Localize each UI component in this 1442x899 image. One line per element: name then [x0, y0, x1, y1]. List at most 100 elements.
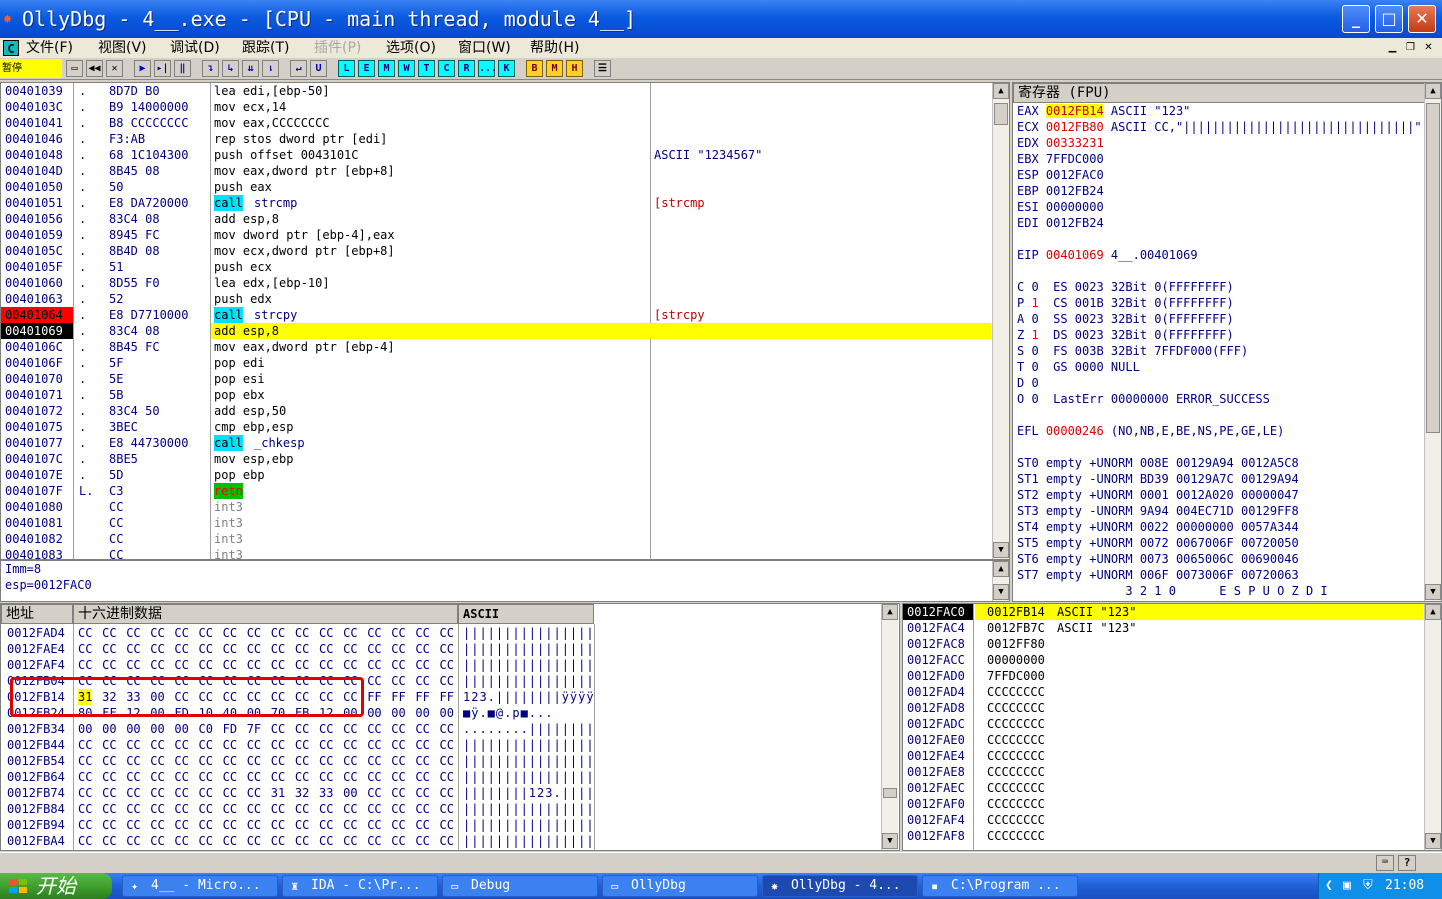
register-line[interactable]: C 0 ES 0023 32Bit 0(FFFFFFFF) — [1017, 279, 1422, 295]
log-window-button[interactable]: L — [338, 60, 355, 77]
pause-icon[interactable]: ‖ — [174, 60, 191, 77]
disasm-row[interactable]: 00401051. E8 DA720000 call strcmp [strcmp — [1, 195, 991, 211]
step-into-icon[interactable]: ↴ — [202, 60, 219, 77]
disasm-row[interactable]: 00401048. 68 1C104300 push offset 0043101C… — [1, 147, 991, 163]
register-line[interactable]: P 1 CS 001B 32Bit 0(FFFFFFFF) — [1017, 295, 1422, 311]
memory-dump-pane[interactable]: 地址 十六进制数据 ASCII 0012FAD4 CC CC CC CC CC CC CC CC… — [0, 603, 900, 851]
info-scrollbar[interactable]: ▲ ▼ — [992, 561, 1009, 601]
stack-row[interactable]: 0012FAC4 0012FB7C ASCII "123" — [903, 620, 1423, 636]
disasm-row[interactable]: 00401082 CC int3 — [1, 531, 991, 547]
register-line[interactable] — [1017, 439, 1422, 455]
register-line[interactable]: 3 2 1 0 E S P U O Z D I — [1017, 583, 1422, 599]
menu-options[interactable]: 选项(O) — [386, 39, 436, 57]
minimize-button[interactable]: _ — [1342, 5, 1370, 33]
tray-arrow-icon[interactable]: ❮ — [1325, 873, 1333, 899]
cpu-window-icon[interactable]: C — [3, 40, 19, 56]
register-line[interactable] — [1017, 407, 1422, 423]
disassembly-pane[interactable]: 00401039. 8D7D B0 lea edi,[ebp-50] 0040103C… — [0, 82, 1010, 560]
keyboard-icon[interactable]: ⌨ — [1376, 855, 1394, 871]
disasm-row[interactable]: 00401050. 50 push eax — [1, 179, 991, 195]
disasm-row[interactable]: 00401081 CC int3 — [1, 515, 991, 531]
disasm-row[interactable]: 00401071. 5B pop ebx — [1, 387, 991, 403]
register-line[interactable]: ESP 0012FAC0 — [1017, 167, 1422, 183]
register-line[interactable] — [1017, 263, 1422, 279]
disassembly-scrollbar[interactable]: ▲ ▼ — [992, 83, 1009, 559]
disasm-row[interactable]: 00401039. 8D7D B0 lea edi,[ebp-50] — [1, 83, 991, 99]
stack-row[interactable]: 0012FADC CCCCCCCC — [903, 716, 1423, 732]
stack-row[interactable]: 0012FAEC CCCCCCCC — [903, 780, 1423, 796]
cpu-window-button[interactable]: C — [438, 60, 455, 77]
modules-window-button[interactable]: E — [358, 60, 375, 77]
memory-breakpoints-button[interactable]: M — [546, 60, 563, 77]
taskbar-button[interactable]: ▪ C:\Program ... — [922, 875, 1078, 897]
call-stack-button[interactable]: K — [498, 60, 515, 77]
register-line[interactable]: S 0 FS 003B 32Bit 7FFDF000(FFF) — [1017, 343, 1422, 359]
open-folder-icon[interactable]: ▭ — [66, 60, 83, 77]
register-line[interactable]: ST1 empty -UNORM BD39 00129A7C 00129A94 — [1017, 471, 1422, 487]
run-icon[interactable]: ▶ — [134, 60, 151, 77]
stack-row[interactable]: 0012FAE0 CCCCCCCC — [903, 732, 1423, 748]
disasm-row[interactable]: 00401069. 83C4 08 add esp,8 — [1, 323, 991, 339]
registers-header[interactable]: 寄存器 (FPU) — [1013, 83, 1425, 103]
disasm-row[interactable]: 0040104D. 8B45 08 mov eax,dword ptr [ebp+8… — [1, 163, 991, 179]
menu-help[interactable]: 帮助(H) — [530, 39, 579, 57]
close-program-icon[interactable]: ✕ — [106, 60, 123, 77]
disasm-row[interactable]: 00401064. E8 D7710000 call strcpy [strcpy — [1, 307, 991, 323]
register-line[interactable]: FST 0000 Cond 0 0 0 0 Err 0 0 0 0 0 0 0 … — [1017, 599, 1422, 601]
trace-into-icon[interactable]: ⇊ — [242, 60, 259, 77]
taskbar-button[interactable]: ♜ IDA - C:\Pr... — [282, 875, 438, 897]
dump-row[interactable]: 0012FB94 CC CC CC CC CC CC CC CC CC CC CC CC CC CC CC CC… — [1, 817, 881, 833]
stack-row[interactable]: 0012FAC0 0012FB14 ASCII "123" — [903, 604, 1423, 620]
disasm-row[interactable]: 0040106F. 5F pop edi — [1, 355, 991, 371]
disasm-row[interactable]: 00401083 CC int3 — [1, 547, 991, 559]
register-line[interactable]: EDI 0012FB24 — [1017, 215, 1422, 231]
child-close-button[interactable]: ✕ — [1422, 41, 1435, 54]
disasm-row[interactable]: 00401063. 52 push edx — [1, 291, 991, 307]
disasm-row[interactable]: 00401041. B8 CCCCCCCC mov eax,CCCCCCCC — [1, 115, 991, 131]
maximize-button[interactable]: □ — [1375, 5, 1403, 33]
disasm-row[interactable]: 0040107F L. C3 retn — [1, 483, 991, 499]
register-line[interactable]: ST7 empty +UNORM 006F 0073006F 00720063 — [1017, 567, 1422, 583]
register-line[interactable]: ST3 empty -UNORM 9A94 004EC71D 00129FF8 — [1017, 503, 1422, 519]
stack-row[interactable]: 0012FAD0 7FFDC000 — [903, 668, 1423, 684]
step-over-icon[interactable]: ↳ — [222, 60, 239, 77]
help-icon[interactable]: ? — [1398, 855, 1416, 871]
registers-pane[interactable]: 寄存器 (FPU) EAX 0012FB14 ASCII "123" ECX 00… — [1012, 82, 1442, 602]
menu-debug[interactable]: 调试(D) — [170, 39, 220, 57]
register-line[interactable]: ST4 empty +UNORM 0022 00000000 0057A344 — [1017, 519, 1422, 535]
stack-row[interactable]: 0012FAC8 0012FF80 — [903, 636, 1423, 652]
close-button[interactable]: ✕ — [1408, 5, 1436, 33]
dump-row[interactable]: 0012FB44 CC CC CC CC CC CC CC CC CC CC CC CC CC CC CC CC… — [1, 737, 881, 753]
dump-row[interactable]: 0012FAE4 CC CC CC CC CC CC CC CC CC CC CC CC CC CC CC CC… — [1, 641, 881, 657]
disasm-row[interactable]: 00401059. 8945 FC mov dword ptr [ebp-4],ea… — [1, 227, 991, 243]
register-line[interactable]: D 0 — [1017, 375, 1422, 391]
menu-window[interactable]: 窗口(W) — [458, 39, 511, 57]
register-line[interactable]: T 0 GS 0000 NULL — [1017, 359, 1422, 375]
restart-icon[interactable]: ◀◀ — [86, 60, 103, 77]
dump-row[interactable]: 0012FB34 00 00 00 00 00 C0 FD 7F CC CC CC CC CC CC CC CC… — [1, 721, 881, 737]
disasm-row[interactable]: 00401070. 5E pop esi — [1, 371, 991, 387]
threads-window-button[interactable]: T — [418, 60, 435, 77]
register-line[interactable]: EFL 00000246 (NO,NB,E,BE,NS,PE,GE,LE) — [1017, 423, 1422, 439]
disasm-row[interactable]: 00401056. 83C4 08 add esp,8 — [1, 211, 991, 227]
disasm-row[interactable]: 0040105C. 8B4D 08 mov ecx,dword ptr [ebp+8… — [1, 243, 991, 259]
stack-row[interactable]: 0012FAF4 CCCCCCCC — [903, 812, 1423, 828]
disasm-row[interactable]: 00401046. F3:AB rep stos dword ptr [edi] — [1, 131, 991, 147]
stack-row[interactable]: 0012FAF8 CCCCCCCC — [903, 828, 1423, 844]
register-line[interactable]: EDX 00333231 — [1017, 135, 1422, 151]
dump-row[interactable]: 0012FB64 CC CC CC CC CC CC CC CC CC CC CC CC CC CC CC CC… — [1, 769, 881, 785]
stack-row[interactable]: 0012FAF0 CCCCCCCC — [903, 796, 1423, 812]
register-line[interactable]: EBP 0012FB24 — [1017, 183, 1422, 199]
run-thread-icon[interactable]: ▸| — [154, 60, 171, 77]
run-trace-button[interactable]: ... — [478, 60, 497, 77]
taskbar-button[interactable]: ▭ Debug — [442, 875, 598, 897]
register-line[interactable]: A 0 SS 0023 32Bit 0(FFFFFFFF) — [1017, 311, 1422, 327]
dump-hex-header[interactable]: 十六进制数据 — [73, 604, 458, 624]
child-restore-button[interactable]: ❐ — [1404, 41, 1417, 54]
register-line[interactable]: Z 1 DS 0023 32Bit 0(FFFFFFFF) — [1017, 327, 1422, 343]
stack-row[interactable]: 0012FAE8 CCCCCCCC — [903, 764, 1423, 780]
disasm-row[interactable]: 0040107C. 8BE5 mov esp,ebp — [1, 451, 991, 467]
dump-row[interactable]: 0012FB54 CC CC CC CC CC CC CC CC CC CC CC CC CC CC CC CC… — [1, 753, 881, 769]
register-line[interactable]: EIP 00401069 4__.00401069 — [1017, 247, 1422, 263]
disasm-row[interactable]: 00401075. 3BEC cmp ebp,esp — [1, 419, 991, 435]
